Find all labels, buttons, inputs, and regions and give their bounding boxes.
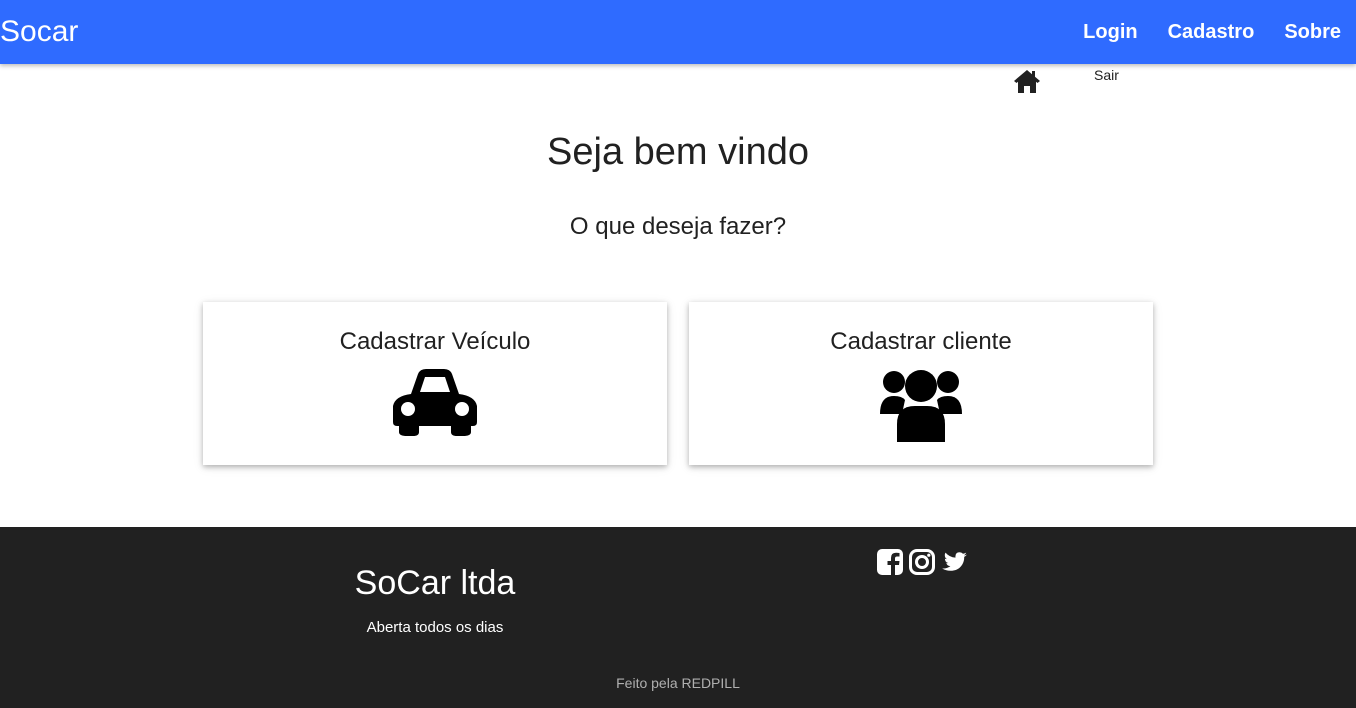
card-title: Cadastrar Veículo <box>339 328 531 355</box>
brand-logo[interactable]: Socar <box>0 14 78 50</box>
logout-link[interactable]: Sair <box>1094 67 1119 83</box>
nav-cadastro-link[interactable]: Cadastro <box>1153 0 1270 64</box>
car-icon <box>391 366 479 436</box>
top-navbar: Socar Login Cadastro Sobre <box>0 0 1356 64</box>
nav-login-link[interactable]: Login <box>1068 0 1152 64</box>
nav-links: Login Cadastro Sobre <box>1068 0 1356 64</box>
instagram-icon[interactable] <box>908 548 936 576</box>
page-title: Seja bem vindo <box>547 131 809 173</box>
social-icons <box>876 548 968 576</box>
cadastrar-cliente-card[interactable]: Cadastrar cliente <box>689 302 1153 465</box>
home-icon[interactable] <box>1013 68 1041 94</box>
card-title: Cadastrar cliente <box>830 328 1012 355</box>
cadastrar-veiculo-card[interactable]: Cadastrar Veículo <box>203 302 667 465</box>
footer-credit: Feito pela REDPILL <box>616 675 740 691</box>
facebook-icon[interactable] <box>876 548 904 576</box>
users-icon <box>880 366 962 442</box>
sub-navigation: Sair <box>0 64 1356 100</box>
footer-title: SoCar ltda <box>354 564 516 602</box>
footer: SoCar ltda Aberta todos os dias Feito pe… <box>0 527 1356 708</box>
nav-sobre-link[interactable]: Sobre <box>1269 0 1356 64</box>
footer-subtitle: Aberta todos os dias <box>366 619 504 636</box>
twitter-icon[interactable] <box>940 548 968 576</box>
page-question: O que deseja fazer? <box>569 213 787 240</box>
